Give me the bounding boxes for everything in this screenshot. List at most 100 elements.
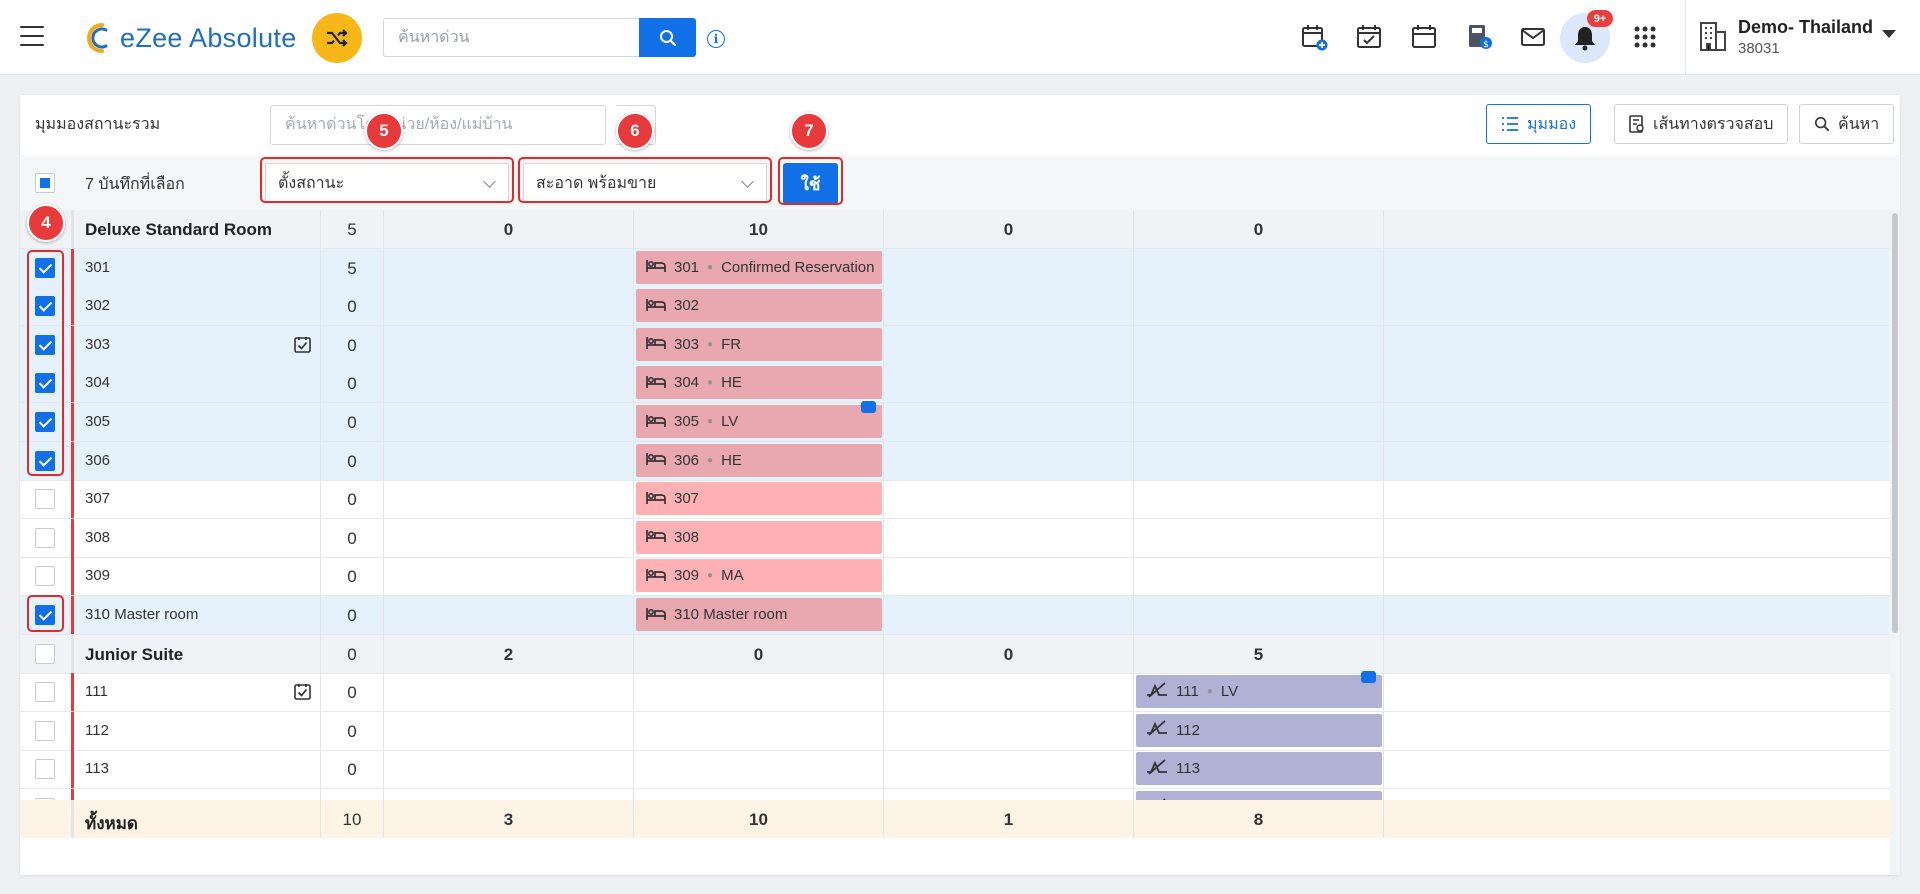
billing-calculator-icon[interactable]: $ (1464, 22, 1494, 52)
room-checkbox[interactable] (35, 489, 55, 510)
mail-icon[interactable] (1518, 22, 1548, 52)
room-checkbox[interactable] (35, 296, 55, 317)
room-row[interactable]: 302 0 302 (20, 287, 1890, 327)
day-cell (1134, 287, 1384, 326)
room-checkbox[interactable] (35, 720, 55, 741)
room-checkbox[interactable] (35, 566, 55, 587)
day-cell (634, 673, 884, 712)
room-name-cell: 304 (71, 364, 321, 403)
chip-status-note: MA (721, 567, 744, 585)
chip-separator: ● (707, 416, 714, 427)
room-row[interactable]: 303 0 303 ● FR (20, 325, 1890, 365)
chip-room-label: 306 (674, 451, 700, 469)
global-search-button[interactable] (639, 18, 696, 57)
room-row[interactable]: 309 0 309 ● MA (20, 557, 1890, 597)
status-value-dropdown[interactable]: สะอาด พร้อมขาย (523, 163, 767, 203)
hotel-name[interactable]: Demo- Thailand (1738, 17, 1873, 38)
room-status-chip[interactable]: 308 (636, 520, 882, 554)
room-status-chip[interactable]: 309 ● MA (636, 559, 882, 593)
room-status-chip[interactable]: 310 Master room (636, 598, 882, 631)
room-status-chip[interactable]: 307 (636, 482, 882, 516)
set-status-dropdown[interactable]: ตั้งสถานะ (265, 163, 509, 203)
hotel-building-icon (1700, 22, 1726, 51)
occupied-bed-icon (646, 527, 666, 547)
quick-search-input[interactable] (271, 106, 605, 144)
select-all-checkbox[interactable] (35, 173, 55, 193)
hamburger-menu-icon[interactable] (20, 26, 44, 46)
group-checkbox[interactable] (35, 643, 55, 664)
room-row[interactable]: 310 Master room 0 310 Master room (20, 596, 1890, 635)
group-header-row: Junior Suite 0 2 0 0 5 (20, 634, 1890, 674)
group-name-cell: Junior Suite (71, 634, 321, 673)
grid-scrollbar-thumb[interactable] (1892, 213, 1898, 633)
room-status-chip[interactable]: 111 ● LV (1136, 665, 1382, 709)
room-status-chip[interactable]: 112 (1136, 713, 1382, 747)
apply-button[interactable]: ใช้ (783, 163, 838, 205)
room-row[interactable]: 307 0 307 (20, 480, 1890, 520)
room-checkbox[interactable] (35, 373, 55, 394)
comment-bubble-icon[interactable] (1361, 665, 1376, 684)
search-button[interactable]: ค้นหา (1799, 104, 1895, 144)
calendar-icon[interactable] (1409, 22, 1439, 52)
global-search-input[interactable] (384, 19, 640, 56)
room-status-chip[interactable]: 306 ● HE (636, 443, 882, 477)
empty-day-cell (1384, 519, 1890, 557)
room-type-name: Deluxe Standard Room (85, 220, 273, 239)
day-cell (384, 480, 634, 519)
new-reservation-icon[interactable] (1299, 22, 1329, 52)
task-checklist-icon[interactable] (294, 683, 311, 700)
room-status-chip[interactable]: 305 ● LV (636, 395, 882, 438)
room-status-chip[interactable]: 303 ● FR (636, 327, 882, 361)
switch-property-button[interactable] (312, 13, 362, 63)
info-icon[interactable]: i (707, 30, 725, 48)
room-row[interactable]: 305 0 305 ● LV (20, 395, 1890, 442)
room-status-chip[interactable]: 304 ● HE (636, 366, 882, 400)
day-cell (384, 441, 634, 480)
room-checkbox[interactable] (35, 682, 55, 703)
audit-trail-button[interactable]: เส้นทางตรวจสอบ (1614, 104, 1789, 144)
room-row[interactable]: 301 5 301 ● Confirmed Reservation (20, 248, 1890, 288)
day-cell (384, 518, 634, 557)
room-row[interactable]: 111 0 111 ● LV (20, 665, 1890, 713)
room-row[interactable]: 112 0 112 (20, 711, 1890, 751)
room-checkbox[interactable] (35, 605, 55, 625)
room-checkbox[interactable] (35, 257, 55, 278)
room-status-chip[interactable]: 301 ● Confirmed Reservation (636, 250, 882, 284)
room-checkbox-cell (20, 519, 71, 557)
room-checkbox[interactable] (35, 450, 55, 471)
room-row[interactable]: 306 0 306 ● HE (20, 441, 1890, 481)
room-checkbox-cell (20, 557, 71, 595)
room-row[interactable]: 113 0 113 (20, 750, 1890, 790)
room-checkbox[interactable] (35, 412, 55, 432)
chip-separator: ● (1206, 686, 1213, 698)
global-search-field[interactable] (383, 18, 640, 57)
room-checkbox[interactable] (35, 759, 55, 780)
comment-bubble-icon[interactable] (861, 395, 876, 413)
group-header-row: Deluxe Standard Room 5 0 10 0 0 (20, 210, 1890, 249)
room-row[interactable]: 304 0 304 ● HE (20, 364, 1890, 404)
occupied-bed-icon (646, 296, 666, 316)
task-checklist-icon[interactable] (294, 336, 311, 353)
room-checkbox[interactable] (35, 334, 55, 355)
chevron-down-icon[interactable] (1882, 30, 1896, 38)
room-status-chip[interactable]: 302 (636, 289, 882, 323)
checkin-calendar-icon[interactable] (1354, 22, 1384, 52)
apps-grid-icon[interactable] (1630, 22, 1660, 52)
room-name-cell: 113 (71, 750, 321, 789)
total-blank-cell (20, 800, 71, 838)
day-cell (1134, 403, 1384, 441)
day-cell (1134, 518, 1384, 557)
quick-search-field[interactable] (270, 105, 606, 145)
room-row[interactable]: 308 0 308 (20, 518, 1890, 558)
chip-status-note: LV (721, 413, 739, 430)
audit-trail-label: เส้นทางตรวจสอบ (1653, 115, 1774, 133)
empty-day-cell (1384, 596, 1890, 634)
view-button[interactable]: มุมมอง (1486, 104, 1592, 144)
brand-logo[interactable]: eZee Absolute (80, 20, 297, 56)
empty-day-cell (1384, 442, 1890, 480)
room-checkbox[interactable] (35, 527, 55, 548)
day-cell (384, 711, 634, 750)
room-status-chip[interactable]: 113 (1136, 752, 1382, 786)
shuffle-icon (327, 29, 348, 47)
room-count-cell: 0 (321, 711, 384, 750)
